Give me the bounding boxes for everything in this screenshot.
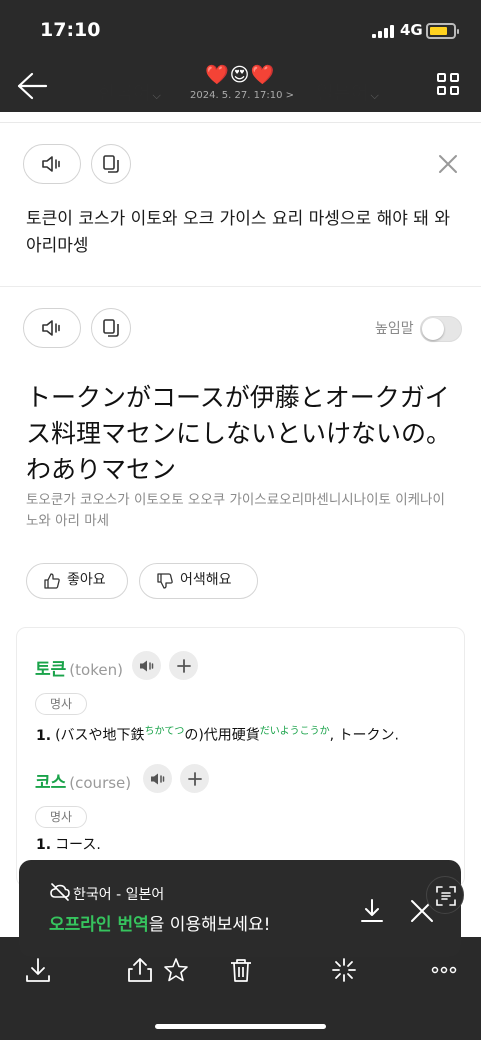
speaker-icon [42,320,60,336]
grid-menu-icon[interactable] [437,73,461,97]
history-date[interactable]: 2024. 5. 27. 17:10 > [190,90,294,101]
text-scan-button[interactable] [426,876,464,914]
source-text[interactable]: 토큰이 코스가 이토와 오크 가이스 요리 마셍으로 해야 돼 와 아리마셍 [26,206,456,260]
copy-icon [103,155,119,173]
offline-banner[interactable]: 한국어 - 일본어 오프라인 번역을 이용해보세요! [19,860,461,957]
source-copy-button[interactable] [91,144,131,184]
dict-word[interactable]: 토큰 (token) [35,655,123,680]
awkward-label: 어색해요 [180,572,232,588]
reaction-emoji: ❤️😍❤️ [205,64,276,86]
status-time: 17:10 [40,19,101,41]
trash-icon[interactable] [227,956,255,984]
like-label: 좋아요 [67,572,106,588]
like-button[interactable]: 좋아요 [26,563,128,599]
dict-add-button[interactable] [180,764,209,793]
pos-tag: 명사 [35,693,87,715]
sparkle-icon[interactable] [330,956,358,984]
star-icon[interactable] [162,956,190,984]
speaker-icon [42,156,60,172]
target-language-select[interactable]: 일본어 ⌵ [316,78,379,105]
home-indicator [155,1024,326,1029]
download-offline-icon[interactable] [359,898,385,928]
chevron-down-icon: ⌵ [370,89,379,102]
close-icon[interactable] [434,150,462,178]
banner-languages: 한국어 - 일본어 [73,887,165,903]
signal-icon [372,24,394,38]
banner-message: 오프라인 번역을 이용해보세요! [49,915,271,935]
dict-word[interactable]: 코스 (course) [35,768,131,793]
dict-add-button[interactable] [169,651,198,680]
honorific-label: 높임말 [375,321,414,337]
plus-icon [176,658,191,673]
dict-definition: 1. コース. [36,837,101,853]
thumbs-down-icon [157,573,173,589]
target-speaker-button[interactable] [23,308,81,348]
share-icon[interactable] [126,956,154,984]
chevron-down-icon: ⌵ [152,89,161,102]
back-arrow-icon[interactable] [14,66,50,106]
pos-tag: 명사 [35,806,87,828]
battery-icon [426,23,459,39]
source-language-select[interactable]: 한국어 ⌵ [98,78,161,105]
network-label: 4G [400,21,423,39]
top-bar: 17:10 4G 한국어 ⌵ ❤️😍❤️ 2024. 5. 27. 17:10 >… [0,0,481,112]
speaker-icon [150,773,164,784]
translation-text[interactable]: トークンがコースが伊藤とオークガイス料理マセンにしないといけないの。わありマセン [26,380,466,488]
offline-icon [49,882,71,906]
dict-definition: 1. (バスや地下鉄ちかてつの)代用硬貨だいようこうか, トークン. [36,726,399,744]
target-copy-button[interactable] [91,308,131,348]
plus-icon [187,771,202,786]
divider [0,286,481,287]
honorific-toggle[interactable] [420,316,462,342]
awkward-button[interactable]: 어색해요 [139,563,258,599]
speaker-icon [139,660,153,671]
thumbs-up-icon [44,573,60,589]
pronunciation-text: 토오쿤가 코오스가 이토오토 오오쿠 가이스료오리마센니시나이토 이케나이노와 … [26,492,445,529]
dict-speaker-button[interactable] [143,764,172,793]
copy-icon [103,319,119,337]
more-icon[interactable] [430,956,458,984]
dict-speaker-button[interactable] [132,651,161,680]
source-speaker-button[interactable] [23,144,81,184]
download-icon[interactable] [24,956,52,984]
scan-text-icon [436,886,456,906]
